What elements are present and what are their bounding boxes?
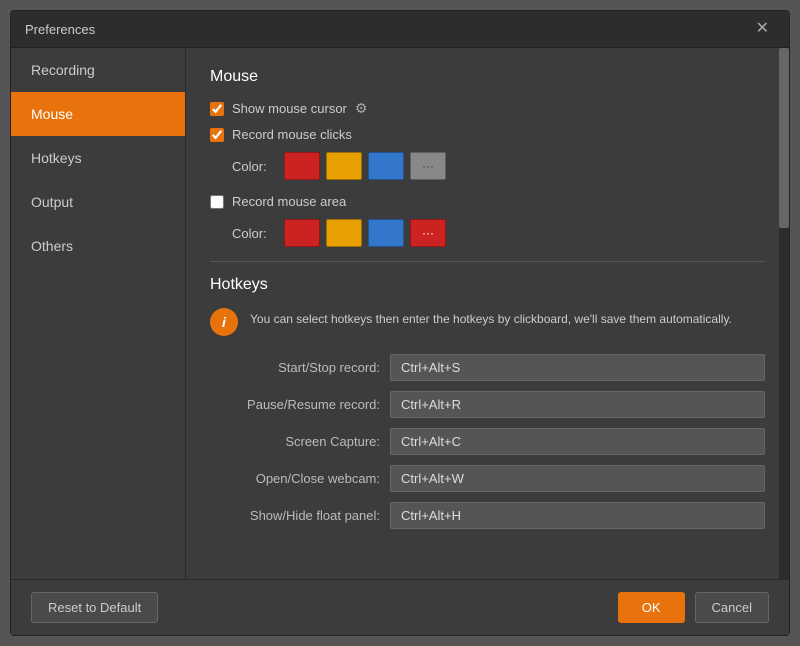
scrollbar-track: [779, 48, 789, 579]
sidebar-item-output[interactable]: Output: [11, 180, 185, 224]
hotkeys-section: Hotkeys i You can select hotkeys then en…: [210, 276, 765, 529]
sidebar: Recording Mouse Hotkeys Output Others: [11, 48, 186, 579]
area-color-blue[interactable]: [368, 219, 404, 247]
gear-icon[interactable]: ⚙: [355, 100, 368, 117]
clicks-color-orange[interactable]: [326, 152, 362, 180]
sidebar-item-mouse[interactable]: Mouse: [11, 92, 185, 136]
area-color-label: Color:: [232, 226, 274, 241]
hotkey-row-1: Pause/Resume record:: [210, 391, 765, 418]
area-color-red[interactable]: [284, 219, 320, 247]
hotkey-row-0: Start/Stop record:: [210, 354, 765, 381]
hotkeys-section-title: Hotkeys: [210, 276, 765, 294]
content-area: Mouse Show mouse cursor ⚙ Record mouse c…: [186, 48, 789, 579]
reset-button[interactable]: Reset to Default: [31, 592, 158, 623]
area-color-row: Color: ···: [232, 219, 765, 247]
clicks-color-more[interactable]: ···: [410, 152, 446, 180]
dialog-body: Recording Mouse Hotkeys Output Others Mo…: [11, 48, 789, 579]
record-area-row: Record mouse area: [210, 194, 765, 209]
footer-right: OK Cancel: [618, 592, 769, 623]
sidebar-item-recording[interactable]: Recording: [11, 48, 185, 92]
record-area-label: Record mouse area: [232, 194, 346, 209]
clicks-color-blue[interactable]: [368, 152, 404, 180]
show-cursor-checkbox[interactable]: [210, 102, 224, 116]
hotkey-input-1[interactable]: [390, 391, 765, 418]
hotkey-label-0: Start/Stop record:: [210, 360, 380, 375]
dialog-footer: Reset to Default OK Cancel: [11, 579, 789, 635]
info-box: i You can select hotkeys then enter the …: [210, 308, 765, 336]
section-divider: [210, 261, 765, 262]
scrollbar-thumb[interactable]: [779, 48, 789, 228]
hotkey-label-4: Show/Hide float panel:: [210, 508, 380, 523]
mouse-section-title: Mouse: [210, 68, 765, 86]
preferences-dialog: Preferences ✕ Recording Mouse Hotkeys Ou…: [10, 10, 790, 636]
close-button[interactable]: ✕: [750, 19, 775, 39]
clicks-color-red[interactable]: [284, 152, 320, 180]
hotkey-label-3: Open/Close webcam:: [210, 471, 380, 486]
sidebar-item-others[interactable]: Others: [11, 224, 185, 268]
record-area-checkbox[interactable]: [210, 195, 224, 209]
record-clicks-checkbox[interactable]: [210, 128, 224, 142]
hotkey-row-2: Screen Capture:: [210, 428, 765, 455]
ok-button[interactable]: OK: [618, 592, 685, 623]
info-text: You can select hotkeys then enter the ho…: [250, 308, 732, 328]
info-icon: i: [210, 308, 238, 336]
clicks-color-label: Color:: [232, 159, 274, 174]
area-color-orange[interactable]: [326, 219, 362, 247]
hotkey-label-2: Screen Capture:: [210, 434, 380, 449]
hotkey-input-3[interactable]: [390, 465, 765, 492]
title-bar: Preferences ✕: [11, 11, 789, 48]
show-cursor-row: Show mouse cursor ⚙: [210, 100, 765, 117]
clicks-color-row: Color: ···: [232, 152, 765, 180]
hotkey-row-4: Show/Hide float panel:: [210, 502, 765, 529]
hotkey-row-3: Open/Close webcam:: [210, 465, 765, 492]
record-clicks-row: Record mouse clicks: [210, 127, 765, 142]
cancel-button[interactable]: Cancel: [695, 592, 769, 623]
record-clicks-label: Record mouse clicks: [232, 127, 352, 142]
dialog-title: Preferences: [25, 22, 95, 37]
mouse-section: Mouse Show mouse cursor ⚙ Record mouse c…: [210, 68, 765, 247]
hotkey-input-0[interactable]: [390, 354, 765, 381]
area-color-more[interactable]: ···: [410, 219, 446, 247]
show-cursor-label: Show mouse cursor: [232, 101, 347, 116]
sidebar-item-hotkeys[interactable]: Hotkeys: [11, 136, 185, 180]
hotkey-input-2[interactable]: [390, 428, 765, 455]
hotkey-label-1: Pause/Resume record:: [210, 397, 380, 412]
hotkey-input-4[interactable]: [390, 502, 765, 529]
